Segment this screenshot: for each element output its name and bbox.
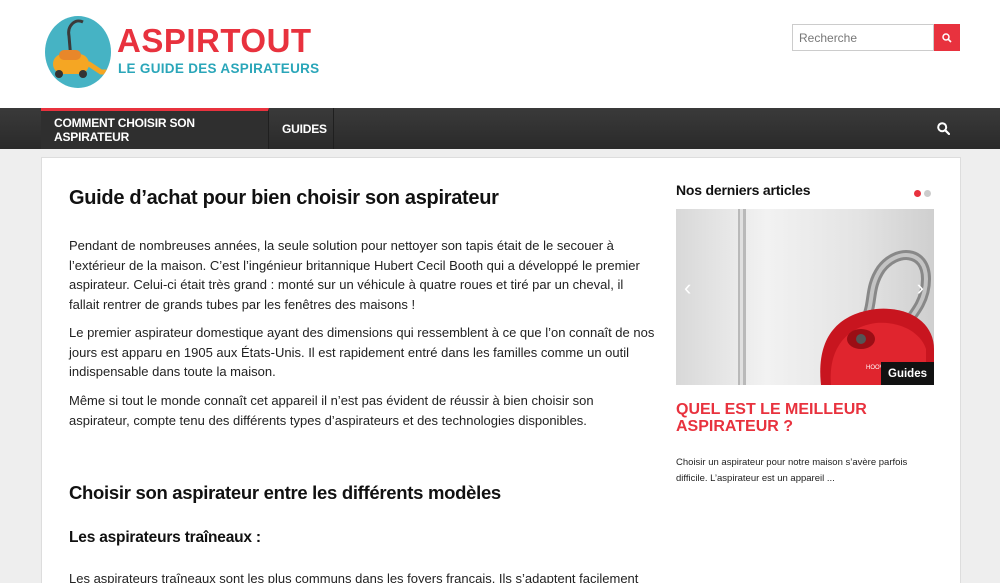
- article: Guide d’achat pour bien choisir son aspi…: [69, 186, 657, 583]
- slide-category-badge[interactable]: Guides: [881, 362, 934, 385]
- search-icon: [942, 32, 952, 43]
- slider-dot[interactable]: [924, 190, 931, 197]
- article-paragraph: Le premier aspirateur domestique ayant d…: [69, 325, 655, 379]
- nav-search-button[interactable]: [930, 108, 956, 149]
- slider-dot-active[interactable]: [914, 190, 921, 197]
- article-paragraph: Les aspirateurs traîneaux sont les plus …: [69, 571, 639, 583]
- site-header: ASPIRTOUT LE GUIDE DES ASPIRATEURS: [0, 0, 1000, 108]
- nav-item-guides[interactable]: GUIDES: [269, 108, 334, 149]
- slider-dots: [914, 190, 934, 198]
- logo-title: ASPIRTOUT: [117, 22, 312, 59]
- search-icon: [936, 122, 950, 135]
- article-title: Guide d’achat pour bien choisir son aspi…: [69, 187, 499, 209]
- search-button[interactable]: [934, 24, 960, 51]
- slider-prev-arrow-icon[interactable]: ‹: [684, 275, 691, 301]
- subsection-title: Les aspirateurs traîneaux :: [69, 529, 261, 546]
- post-excerpt: Choisir un aspirateur pour notre maison …: [676, 457, 908, 484]
- article-paragraph: Pendant de nombreuses années, la seule s…: [69, 238, 640, 312]
- slider-next-arrow-icon[interactable]: ›: [917, 275, 924, 301]
- logo-subtitle: LE GUIDE DES ASPIRATEURS: [118, 61, 320, 76]
- logo-vacuum-icon: [45, 16, 111, 88]
- main-nav: COMMENT CHOISIR SON ASPIRATEUR GUIDES: [0, 108, 1000, 149]
- article-paragraph: Même si tout le monde connaît cet appare…: [69, 393, 594, 428]
- sidebar-title: Nos derniers articles: [676, 182, 811, 198]
- vacuum-image: HOOVER: [738, 209, 934, 385]
- search-form: [792, 24, 960, 51]
- post-title-link[interactable]: QUEL EST LE MEILLEUR ASPIRATEUR ?: [676, 401, 916, 435]
- slider-image[interactable]: HOOVER ‹ › Guides: [676, 209, 934, 385]
- site-logo[interactable]: ASPIRTOUT LE GUIDE DES ASPIRATEURS: [45, 16, 335, 92]
- search-input[interactable]: [792, 24, 934, 51]
- section-title: Choisir son aspirateur entre les différe…: [69, 482, 501, 503]
- nav-item-comment-choisir[interactable]: COMMENT CHOISIR SON ASPIRATEUR: [41, 108, 269, 149]
- content-box: Guide d’achat pour bien choisir son aspi…: [41, 157, 961, 583]
